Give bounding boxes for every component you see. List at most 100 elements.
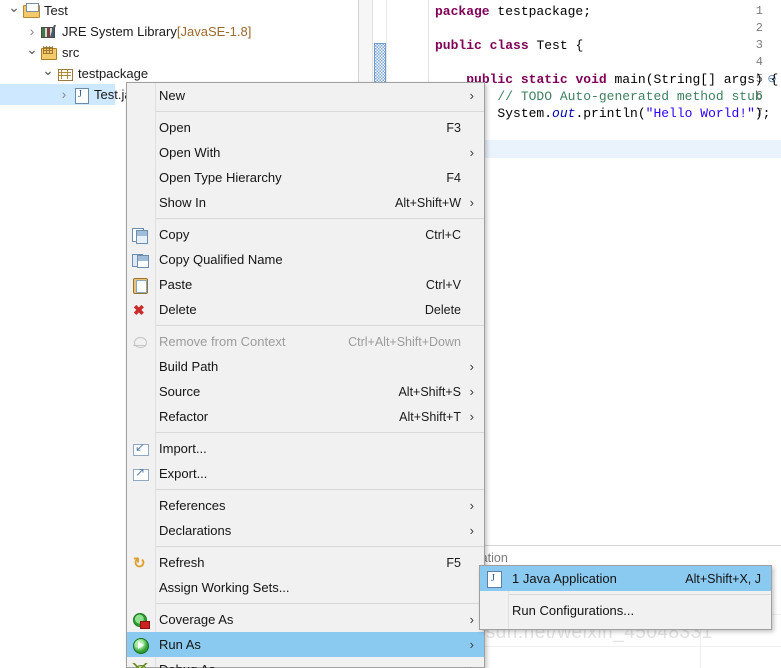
submenu-arrow-icon: › [469,523,474,538]
code-line: public static void main(String[] args) { [466,72,779,87]
tree-item-test-java[interactable]: Test.java [0,84,145,105]
menu-item-label: Coverage As [159,612,234,627]
menu-item-debug-as[interactable]: Debug As› [127,657,484,668]
java-application-icon [485,571,502,588]
menu-separator [130,111,484,112]
context-menu[interactable]: New › Open F3 › Open With › Open Type Hierarchy… [126,82,485,668]
menu-item-shortcut: Delete [424,302,461,317]
menu-item-shortcut: Ctrl+Alt+Shift+Down [348,334,461,349]
menu-item-shortcut: Ctrl+C [425,227,461,242]
code-line: package testpackage; [435,4,592,19]
code-line: System.out.println("Hello World!"); [435,106,771,121]
menu-item-label: Paste [159,277,193,292]
menu-item-open-with[interactable]: Open With › [127,140,484,165]
tree-item-jre-system-library[interactable]: JRE System Library [JavaSE-1.8] [0,21,358,42]
submenu-arrow-icon: › [461,662,474,668]
submenu-item-run-configurations[interactable]: Run Configurations... [480,598,771,623]
tree-item-label: Test [44,3,68,18]
menu-item-remove-from-context: Remove from ContextCtrl+Alt+Shift+Down› [127,329,484,354]
tree-item-label: src [62,45,80,60]
menu-item-build-path[interactable]: Build Path › [127,354,484,379]
tree-item-label: JRE System Library [62,24,177,39]
refresh-icon [132,554,149,572]
menu-item-label: Refactor [159,409,209,424]
tree-item-sublabel: [JavaSE-1.8] [176,24,252,39]
submenu-item-shortcut: Alt+Shift+X, J [685,571,761,586]
menu-item-label: Show In [159,195,206,210]
source-folder-icon [40,45,58,61]
menu-item-label: Open [159,120,191,135]
menu-item-label: Assign Working Sets... [159,580,290,595]
menu-item-delete[interactable]: DeleteDelete› [127,297,484,322]
menu-item-shortcut: Alt+Shift+S [398,384,461,399]
chevron-down-icon[interactable] [40,66,56,81]
menu-item-label: Import... [159,441,207,456]
menu-separator [130,546,484,547]
menu-item-shortcut: Alt+Shift+T [399,409,461,424]
tree-item-label: testpackage [78,66,149,81]
menu-item-label: References [159,498,226,513]
menu-item-label: Copy Qualified Name [159,252,283,267]
menu-item-new[interactable]: New › [127,83,484,108]
menu-item-paste[interactable]: PasteCtrl+V› [127,272,484,297]
menu-item-label: Build Path [159,359,219,374]
tree-item-testpackage[interactable]: testpackage [0,63,358,84]
package-icon [56,66,74,82]
submenu-arrow-icon: › [469,498,474,513]
menu-item-label: Open Type Hierarchy [159,170,282,185]
chevron-right-icon[interactable] [56,87,72,102]
menu-item-shortcut: F4 [446,170,461,185]
menu-item-label: Remove from Context [159,334,286,349]
eclipse-ide-window: Test JRE System Library [JavaSE-1.8] src te… [0,0,781,668]
remove-from-context-icon [132,334,149,350]
menu-separator [130,603,484,604]
submenu-arrow-icon: › [469,384,474,399]
chevron-down-icon[interactable] [24,45,40,60]
menu-separator [130,432,484,433]
menu-item-assign-working-sets[interactable]: Assign Working Sets...› [127,575,484,600]
run-as-submenu[interactable]: 1 Java Application Alt+Shift+X, J Run Conf… [479,565,772,630]
menu-item-coverage-as[interactable]: Coverage As › [127,607,484,632]
menu-item-label: Declarations [159,523,232,538]
menu-item-declarations[interactable]: Declarations › [127,518,484,543]
menu-item-copy[interactable]: CopyCtrl+C› [127,222,484,247]
jre-library-icon [40,24,58,40]
project-folder-icon [22,2,40,19]
tree-item-src[interactable]: src [0,42,358,63]
copy-icon [132,227,149,244]
menu-item-run-as[interactable]: Run As › [127,632,484,657]
coverage-as-icon [132,612,150,629]
chevron-down-icon[interactable] [6,3,22,18]
menu-item-refactor[interactable]: Refactor Alt+Shift+T › [127,404,484,429]
menu-item-references[interactable]: References › [127,493,484,518]
menu-item-source[interactable]: Source Alt+Shift+S › [127,379,484,404]
menu-item-open[interactable]: OpenF3› [127,115,484,140]
submenu-arrow-icon: › [469,637,474,652]
menu-separator [130,325,484,326]
menu-item-label: Open With [159,145,221,160]
menu-item-show-in[interactable]: Show In Alt+Shift+W › [127,190,484,215]
paste-icon [132,277,149,294]
import-icon [132,440,149,457]
menu-item-copy-qualified-name[interactable]: Copy Qualified Name› [127,247,484,272]
copy-qualified-name-icon [132,252,149,268]
menu-item-export[interactable]: Export...› [127,461,484,486]
menu-item-shortcut: F5 [446,555,461,570]
menu-item-shortcut: F3 [446,120,461,135]
chevron-right-icon[interactable] [24,24,40,39]
tree-item-test[interactable]: Test [0,0,358,21]
submenu-separator [483,594,771,595]
submenu-item-label: 1 Java Application [512,571,617,586]
java-file-icon [72,87,90,104]
submenu-arrow-icon: › [469,88,474,103]
menu-item-import[interactable]: Import...› [127,436,484,461]
submenu-arrow-icon: › [469,409,474,424]
menu-item-label: Copy [159,227,190,242]
menu-item-label: Source [159,384,201,399]
menu-item-open-type-hierarchy[interactable]: Open Type HierarchyF4› [127,165,484,190]
export-icon [132,465,149,482]
menu-separator [130,218,484,219]
submenu-item-1-java-application[interactable]: 1 Java Application Alt+Shift+X, J [480,566,771,591]
menu-item-refresh[interactable]: RefreshF5› [127,550,484,575]
menu-item-shortcut: Ctrl+V [425,277,461,292]
